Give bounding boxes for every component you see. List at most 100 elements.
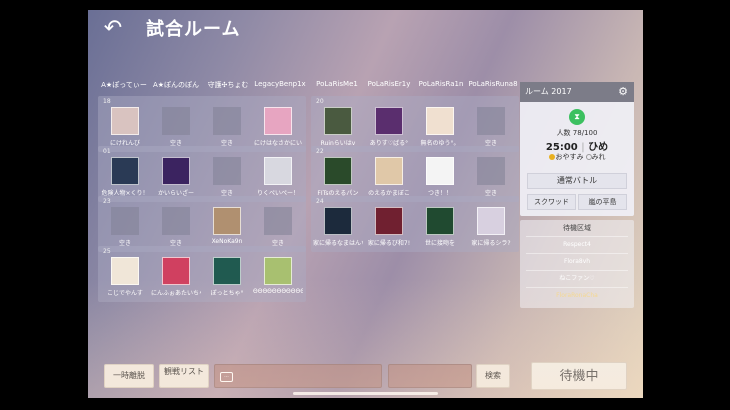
avatar — [426, 107, 454, 135]
waiting-player[interactable]: ねこファン♡ — [526, 270, 628, 285]
room-card[interactable]: 25 こじでやんす にんふぉあたいちゃ ぽっとちゃ° ΘΘΘΘΘΘΘΘΘΘΘ — [98, 246, 306, 302]
empty-slot — [477, 157, 505, 185]
room-card[interactable]: 23 空き 空き XeNoKa9n 空き — [98, 196, 306, 252]
home-indicator — [293, 392, 438, 395]
avatar — [213, 207, 241, 235]
map-button[interactable]: 嵐の平島 — [578, 194, 627, 210]
chat-input[interactable]: ··· — [214, 364, 382, 388]
search-button[interactable]: 検索 — [476, 364, 510, 388]
player-slot[interactable]: 空き — [151, 205, 201, 249]
room-card[interactable]: 22 FITsのえるパン のえるかまぼこ つき！！ 空き — [311, 146, 519, 202]
room-number: 01 — [103, 148, 111, 155]
waiting-player[interactable]: Flora8vh — [526, 253, 628, 268]
player-count: 人数 78/100 — [556, 129, 598, 137]
search-input[interactable] — [388, 364, 472, 388]
empty-slot — [477, 107, 505, 135]
player-slot[interactable]: かいらいざー — [151, 155, 201, 199]
hourglass-icon: ⧗ — [569, 109, 585, 125]
player-slot[interactable]: 空き — [202, 155, 252, 199]
player-slot[interactable]: 危険人物×くり！ — [100, 155, 150, 199]
empty-slot — [264, 207, 292, 235]
mode-button[interactable]: 通常バトル — [527, 173, 627, 189]
gear-icon[interactable]: ⚙ — [618, 82, 628, 102]
player-name: 世に接吻を — [424, 240, 455, 247]
player-slot[interactable]: 空き — [100, 205, 150, 249]
player-slot[interactable]: 空き — [202, 105, 252, 149]
avatar — [375, 157, 403, 185]
room-number: 22 — [316, 148, 324, 155]
chat-icon: ··· — [220, 372, 233, 382]
waiting-area-panel: 待機区域 Respect4 Flora8vh ねこファン♡ FloraRonaC… — [520, 220, 634, 308]
empty-slot — [213, 107, 241, 135]
player-slot[interactable]: Ruinらいはv — [313, 105, 363, 149]
team-name: 守護✣ちょむ — [207, 81, 249, 89]
player-name: XeNoKa9n — [211, 238, 243, 245]
room-number: 18 — [103, 98, 111, 105]
player-slot[interactable]: こじでやんす — [100, 255, 150, 299]
room-number: 25 — [103, 248, 111, 255]
leave-button[interactable]: 一時離脱 — [104, 364, 154, 388]
empty-slot — [162, 107, 190, 135]
waiting-player[interactable]: FloraRonaCha — [526, 287, 628, 302]
room-time-host: 25:00 | ひめ — [520, 138, 634, 153]
avatar — [111, 157, 139, 185]
room-card[interactable]: 01 危険人物×くり！ かいらいざー 空き りくぺいぺー！ — [98, 146, 306, 202]
room-card[interactable]: 18 にけれんび 空き 空き にけはなさかにい — [98, 96, 306, 152]
waiting-area-title: 待機区域 — [563, 224, 591, 232]
room-title: ルーム 2017 — [525, 87, 572, 96]
squad-button[interactable]: スクワッド — [527, 194, 576, 210]
avatar — [264, 157, 292, 185]
avatar — [111, 107, 139, 135]
option-label: おやすみ — [555, 153, 584, 161]
avatar — [324, 107, 352, 135]
player-slot[interactable]: XeNoKa9n — [202, 205, 252, 249]
player-name: こじでやんす — [107, 290, 143, 297]
avatar — [324, 207, 352, 235]
player-slot[interactable]: 世に接吻を — [415, 205, 465, 249]
ready-button[interactable]: 待機中 — [531, 362, 627, 390]
player-slot[interactable]: つき！！ — [415, 155, 465, 199]
avatar — [264, 107, 292, 135]
player-name: 家に帰るシラ? — [471, 240, 511, 247]
team-name: PoLaRisRuna8 — [468, 80, 518, 88]
room-card[interactable]: 20 Ruinらいはv ありす♡ばる° 無名のゆう°。 空き — [311, 96, 519, 152]
player-slot[interactable]: にけれんび — [100, 105, 150, 149]
team-name: A★ぽってぃー — [101, 81, 147, 89]
avatar — [426, 207, 454, 235]
room-info-panel: ルーム 2017 ⚙ ⧗ 人数 78/100 25:00 | ひめ おやすみ みれ… — [520, 82, 634, 216]
player-slot[interactable]: 空き — [253, 205, 303, 249]
player-slot[interactable]: のえるかまぼこ — [364, 155, 414, 199]
player-name: ΘΘΘΘΘΘΘΘΘΘΘ — [253, 288, 303, 295]
room-card[interactable]: 24 家に帰るなまはんち 家に帰るび和7! 世に接吻を 家に帰るシラ? — [311, 196, 519, 252]
player-name: 家に帰るなまはんち — [313, 240, 363, 247]
player-slot[interactable]: 空き — [466, 105, 516, 149]
team-name: PoLaRisRa1n — [418, 80, 464, 88]
player-slot[interactable]: りくぺいぺー！ — [253, 155, 303, 199]
avatar — [375, 207, 403, 235]
player-slot[interactable]: 無名のゆう°。 — [415, 105, 465, 149]
empty-slot — [213, 157, 241, 185]
avatar — [213, 257, 241, 285]
player-name: 家に帰るび和7! — [367, 240, 411, 247]
player-slot[interactable]: 空き — [151, 105, 201, 149]
room-panel-header: ルーム 2017 ⚙ — [520, 82, 634, 102]
player-slot[interactable]: 家に帰るシラ? — [466, 205, 516, 249]
waiting-player[interactable]: Respect4 — [526, 236, 628, 251]
room-number: 20 — [316, 98, 324, 105]
watch-list-button[interactable]: 観戦リスト — [159, 364, 209, 388]
player-slot[interactable]: 空き — [466, 155, 516, 199]
avatar — [162, 257, 190, 285]
player-slot[interactable]: FITsのえるパン — [313, 155, 363, 199]
player-slot[interactable]: 家に帰るび和7! — [364, 205, 414, 249]
avatar — [477, 207, 505, 235]
player-slot[interactable]: にんふぉあたいちゃ — [151, 255, 201, 299]
player-slot[interactable]: ΘΘΘΘΘΘΘΘΘΘΘ — [253, 255, 303, 299]
player-slot[interactable]: ありす♡ばる° — [364, 105, 414, 149]
team-name: A★ぽんのぽん — [152, 81, 200, 89]
player-slot[interactable]: ぽっとちゃ° — [202, 255, 252, 299]
option-label: みれ — [591, 153, 606, 161]
game-screen: ↶ 試合ルーム A★ぽってぃー A★ぽんのぽん 守護✣ちょむ LegacyBen… — [88, 10, 643, 398]
player-slot[interactable]: 家に帰るなまはんち — [313, 205, 363, 249]
back-arrow-icon[interactable]: ↶ — [100, 16, 126, 42]
player-slot[interactable]: にけはなさかにい — [253, 105, 303, 149]
